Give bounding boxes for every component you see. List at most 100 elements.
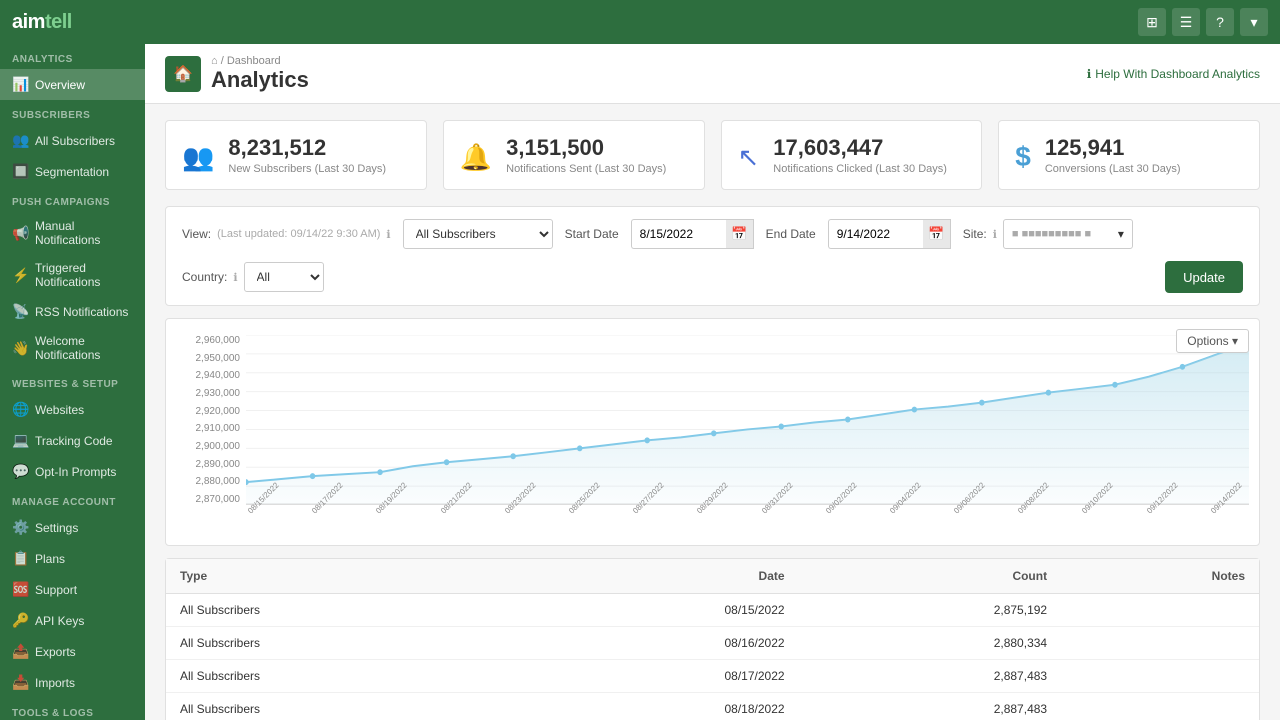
- chart-y-label: 2,960,000: [196, 335, 241, 346]
- chart-yaxis: 2,960,0002,950,0002,940,0002,930,0002,92…: [176, 335, 246, 505]
- stat-icon-subscribers: 👥: [182, 137, 214, 174]
- sidebar-item-all-subscribers[interactable]: 👥 All Subscribers: [0, 125, 145, 156]
- sidebar-icon-all-subscribers: 👥: [12, 132, 28, 149]
- chart-y-label: 2,870,000: [196, 494, 241, 505]
- end-date-group: End Date: [766, 227, 816, 241]
- end-date-input[interactable]: [828, 219, 923, 249]
- table-row: All Subscribers 08/16/2022 2,880,334: [166, 627, 1259, 660]
- sidebar-item-opt-in-prompts[interactable]: 💬Opt-In Prompts: [0, 456, 145, 487]
- country-filter-group: Country: ℹ All: [182, 262, 324, 292]
- sidebar-icon-overview: 📊: [12, 76, 28, 93]
- sidebar-item-segmentation[interactable]: 🔲Segmentation: [0, 156, 145, 187]
- chart-y-label: 2,880,000: [196, 476, 241, 487]
- home-button[interactable]: 🏠: [165, 56, 201, 92]
- stat-value-conversions: 125,941: [1045, 135, 1181, 161]
- content-area: 🏠 ⌂ / Dashboard Analytics ℹ Help With Da…: [145, 44, 1280, 720]
- sidebar-label-exports: Exports: [35, 645, 76, 659]
- site-select[interactable]: ■ ■■■■■■■■■ ■ ▾: [1003, 219, 1133, 249]
- stat-icon-sent: 🔔: [460, 137, 492, 174]
- help-icon[interactable]: ?: [1206, 8, 1234, 36]
- view-info-icon: ℹ: [386, 228, 390, 241]
- help-with-dashboard-link[interactable]: ℹ Help With Dashboard Analytics: [1087, 67, 1260, 81]
- stat-value-subscribers: 8,231,512: [228, 135, 386, 161]
- table-row: All Subscribers 08/17/2022 2,887,483: [166, 660, 1259, 693]
- cell-type: All Subscribers: [166, 594, 514, 627]
- cell-type: All Subscribers: [166, 693, 514, 720]
- col-count: Count: [799, 559, 1062, 594]
- sidebar-item-rss-notifications[interactable]: 📡RSS Notifications: [0, 296, 145, 327]
- sidebar-item-exports[interactable]: 📤Exports: [0, 636, 145, 667]
- cell-notes: [1061, 627, 1259, 660]
- end-date-calendar-btn[interactable]: 📅: [923, 219, 951, 249]
- sidebar-item-websites[interactable]: 🌐Websites: [0, 394, 145, 425]
- page-title: Analytics: [211, 67, 309, 93]
- view-sublabel: (Last updated: 09/14/22 9:30 AM): [217, 228, 380, 240]
- cell-notes: [1061, 693, 1259, 720]
- sidebar-icon-settings: ⚙️: [12, 519, 28, 536]
- col-notes: Notes: [1061, 559, 1259, 594]
- sidebar-icon-plans: 📋: [12, 550, 28, 567]
- filters-row: View: (Last updated: 09/14/22 9:30 AM) ℹ…: [165, 206, 1260, 306]
- sidebar-icon-welcome-notifications: 👋: [12, 340, 28, 357]
- sidebar-section-label: MANAGE ACCOUNT: [0, 487, 145, 512]
- view-label: View:: [182, 227, 211, 241]
- sidebar-item-triggered-notifications[interactable]: ⚡Triggered Notifications: [0, 254, 145, 296]
- sidebar-label-all-subscribers: All Subscribers: [35, 134, 115, 148]
- sidebar-item-imports[interactable]: 📥 Imports: [0, 667, 145, 698]
- chart-y-label: 2,900,000: [196, 441, 241, 452]
- chart-y-label: 2,890,000: [196, 459, 241, 470]
- sidebar-icon-manual-notifications: 📢: [12, 225, 28, 242]
- chart-options-button[interactable]: Options ▾: [1176, 329, 1249, 353]
- sidebar-icon-opt-in-prompts: 💬: [12, 463, 28, 480]
- view-filter-group: View: (Last updated: 09/14/22 9:30 AM) ℹ: [182, 227, 391, 241]
- sidebar-icon-segmentation: 🔲: [12, 163, 28, 180]
- cell-type: All Subscribers: [166, 660, 514, 693]
- top-navbar: aimtell ⊞ ☰ ? ▾: [0, 0, 1280, 44]
- update-button[interactable]: Update: [1165, 261, 1243, 293]
- chart-y-label: 2,940,000: [196, 370, 241, 381]
- stats-row: 👥 8,231,512 New Subscribers (Last 30 Day…: [145, 104, 1280, 206]
- page-header: 🏠 ⌂ / Dashboard Analytics ℹ Help With Da…: [145, 44, 1280, 104]
- start-date-input[interactable]: [631, 219, 726, 249]
- chart-plot: [246, 335, 1249, 505]
- cell-type: All Subscribers: [166, 627, 514, 660]
- start-date-calendar-btn[interactable]: 📅: [726, 219, 754, 249]
- sidebar-item-manual-notifications[interactable]: 📢Manual Notifications: [0, 212, 145, 254]
- sidebar-item-overview[interactable]: 📊Overview: [0, 69, 145, 100]
- site-filter-group: Site: ℹ ■ ■■■■■■■■■ ■ ▾: [963, 219, 1133, 249]
- main-layout: ANALYTICS📊OverviewSUBSCRIBERS👥All Subscr…: [0, 44, 1280, 720]
- chart-y-label: 2,950,000: [196, 353, 241, 364]
- cell-count: 2,887,483: [799, 693, 1062, 720]
- sidebar-item-support[interactable]: 🆘Support: [0, 574, 145, 605]
- start-date-group: Start Date: [565, 227, 619, 241]
- sidebar-item-tracking-code[interactable]: 💻Tracking Code: [0, 425, 145, 456]
- sidebar-item-api-keys[interactable]: 🔑API Keys: [0, 605, 145, 636]
- grid-icon[interactable]: ⊞: [1138, 8, 1166, 36]
- sidebar-item-welcome-notifications[interactable]: 👋Welcome Notifications: [0, 327, 145, 369]
- sidebar-label-plans: Plans: [35, 552, 65, 566]
- sidebar-icon-triggered-notifications: ⚡: [12, 267, 28, 284]
- sidebar-icon-imports: 📥: [12, 674, 28, 691]
- site-label: Site:: [963, 227, 987, 241]
- list-icon[interactable]: ☰: [1172, 8, 1200, 36]
- view-select[interactable]: All Subscribers: [403, 219, 553, 249]
- stat-label-clicked: Notifications Clicked (Last 30 Days): [773, 163, 947, 175]
- cell-date: 08/17/2022: [514, 660, 798, 693]
- table-row: All Subscribers 08/18/2022 2,887,483: [166, 693, 1259, 720]
- sidebar-label-support: Support: [35, 583, 77, 597]
- chart-y-label: 2,920,000: [196, 406, 241, 417]
- cell-count: 2,880,334: [799, 627, 1062, 660]
- help-circle-icon: ℹ: [1087, 67, 1092, 81]
- sidebar-item-settings[interactable]: ⚙️Settings: [0, 512, 145, 543]
- country-label: Country:: [182, 270, 227, 284]
- top-nav-right: ⊞ ☰ ? ▾: [1138, 8, 1268, 36]
- start-date-label: Start Date: [565, 227, 619, 241]
- table-row: All Subscribers 08/15/2022 2,875,192: [166, 594, 1259, 627]
- country-select[interactable]: All: [244, 262, 324, 292]
- stat-icon-clicked: ↖: [738, 137, 760, 174]
- sidebar-label-imports: Imports: [35, 676, 75, 690]
- sidebar-icon-tracking-code: 💻: [12, 432, 28, 449]
- breadcrumb-dashboard[interactable]: Dashboard: [227, 55, 281, 67]
- sidebar-item-plans[interactable]: 📋 Plans: [0, 543, 145, 574]
- user-menu[interactable]: ▾: [1240, 8, 1268, 36]
